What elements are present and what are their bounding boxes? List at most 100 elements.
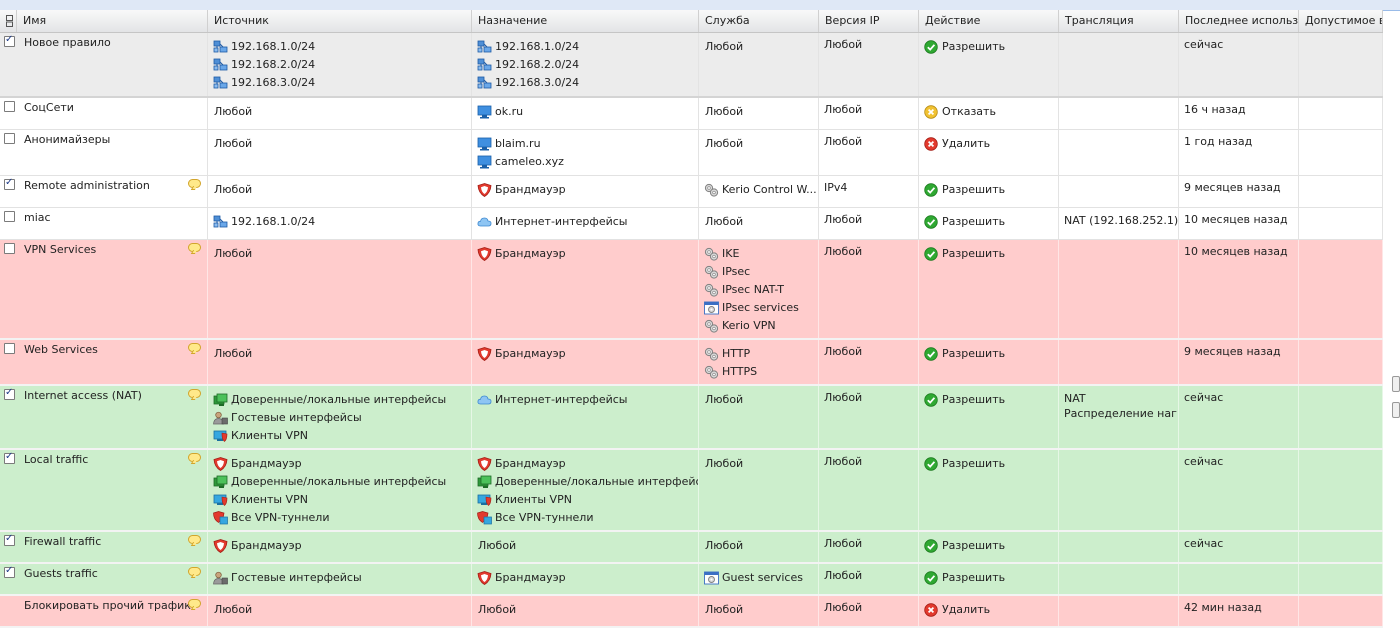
cell-ipver[interactable]: Любой bbox=[819, 596, 919, 626]
cell-allowed[interactable] bbox=[1299, 208, 1383, 239]
column-header-action[interactable]: Действие bbox=[919, 10, 1059, 32]
cell-translation[interactable] bbox=[1059, 130, 1179, 175]
cell-lastused[interactable]: сейчас bbox=[1179, 33, 1299, 96]
rule-enabled-checkbox[interactable] bbox=[4, 343, 15, 354]
cell-allowed[interactable] bbox=[1299, 532, 1383, 562]
cell-dest[interactable]: ok.ru bbox=[472, 98, 699, 129]
cell-source[interactable]: 192.168.1.0/24 bbox=[208, 208, 472, 239]
cell-translation[interactable]: NAT (192.168.252.1) bbox=[1059, 208, 1179, 239]
column-header-select[interactable] bbox=[0, 10, 17, 32]
cell-source[interactable]: Любой bbox=[208, 98, 472, 129]
cell-dest[interactable]: Интернет-интерфейсы bbox=[472, 386, 699, 448]
cell-translation[interactable] bbox=[1059, 176, 1179, 207]
cell-allowed[interactable] bbox=[1299, 340, 1383, 384]
cell-source[interactable]: Брандмауэр bbox=[208, 532, 472, 562]
cell-name[interactable]: Internet access (NAT) bbox=[0, 386, 208, 448]
cell-ipver[interactable]: Любой bbox=[819, 386, 919, 448]
rule-row[interactable]: СоцСети Любой ok.ru Любой Любой Отказать 16 ч … bbox=[0, 98, 1383, 130]
rule-row[interactable]: Local traffic Брандмауэр Доверенные/локаль… bbox=[0, 450, 1383, 532]
rule-enabled-checkbox[interactable] bbox=[4, 133, 15, 144]
cell-lastused[interactable]: 10 месяцев назад bbox=[1179, 240, 1299, 338]
cell-action[interactable]: Разрешить bbox=[919, 532, 1059, 562]
cell-dest[interactable]: Брандмауэр Доверенные/локальные интерфейс… bbox=[472, 450, 699, 530]
cell-lastused[interactable]: 1 год назад bbox=[1179, 130, 1299, 175]
rule-row[interactable]: Новое правило 192.168.1.0/24 192.168.2.0/2… bbox=[0, 33, 1383, 98]
cell-translation[interactable] bbox=[1059, 240, 1179, 338]
column-header-ipver[interactable]: Версия IP bbox=[819, 10, 919, 32]
rule-row[interactable]: Remote administration Любой Брандмауэр Keri… bbox=[0, 176, 1383, 208]
cell-source[interactable]: Любой bbox=[208, 176, 472, 207]
cell-dest[interactable]: Брандмауэр bbox=[472, 240, 699, 338]
cell-name[interactable]: Новое правило bbox=[0, 33, 208, 96]
rule-enabled-checkbox[interactable] bbox=[4, 565, 15, 578]
cell-name[interactable]: VPN Services bbox=[0, 240, 208, 338]
rule-row[interactable]: VPN Services Любой Брандмауэр IKE IPsec IPsec… bbox=[0, 240, 1383, 340]
cell-allowed[interactable] bbox=[1299, 130, 1383, 175]
cell-service[interactable]: Kerio Control W... bbox=[699, 176, 819, 207]
cell-name[interactable]: Local traffic bbox=[0, 450, 208, 530]
cell-lastused[interactable]: 10 месяцев назад bbox=[1179, 208, 1299, 239]
cell-service[interactable]: IKE IPsec IPsec NAT-T IPsec services Kerio V… bbox=[699, 240, 819, 338]
cell-translation[interactable] bbox=[1059, 532, 1179, 562]
cell-lastused[interactable]: 16 ч назад bbox=[1179, 98, 1299, 129]
cell-allowed[interactable] bbox=[1299, 176, 1383, 207]
rule-row[interactable]: Анонимайзеры Любой blaim.ru cameleo.xyz Любо… bbox=[0, 130, 1383, 176]
rule-enabled-checkbox[interactable] bbox=[4, 177, 15, 190]
cell-allowed[interactable] bbox=[1299, 240, 1383, 338]
cell-ipver[interactable]: Любой bbox=[819, 33, 919, 96]
cell-name[interactable]: Анонимайзеры bbox=[0, 130, 208, 175]
cell-action[interactable]: Разрешить bbox=[919, 564, 1059, 594]
cell-allowed[interactable] bbox=[1299, 564, 1383, 594]
cell-service[interactable]: Любой bbox=[699, 33, 819, 96]
cell-source[interactable]: 192.168.1.0/24 192.168.2.0/24 192.168.3.0/… bbox=[208, 33, 472, 96]
comment-icon[interactable] bbox=[188, 389, 201, 398]
cell-dest[interactable]: 192.168.1.0/24 192.168.2.0/24 192.168.3.0/… bbox=[472, 33, 699, 96]
cell-ipver[interactable]: Любой bbox=[819, 240, 919, 338]
cell-action[interactable]: Разрешить bbox=[919, 340, 1059, 384]
cell-ipver[interactable]: Любой bbox=[819, 564, 919, 594]
cell-action[interactable]: Удалить bbox=[919, 130, 1059, 175]
cell-lastused[interactable]: сейчас bbox=[1179, 386, 1299, 448]
rule-row[interactable]: miac 192.168.1.0/24 Интернет-интерфейсы Люб… bbox=[0, 208, 1383, 240]
cell-dest[interactable]: Брандмауэр bbox=[472, 176, 699, 207]
comment-icon[interactable] bbox=[188, 179, 201, 188]
cell-lastused[interactable]: сейчас bbox=[1179, 532, 1299, 562]
cell-name[interactable]: Web Services bbox=[0, 340, 208, 384]
cell-service[interactable]: Любой bbox=[699, 98, 819, 129]
cell-service[interactable]: HTTP HTTPS bbox=[699, 340, 819, 384]
cell-ipver[interactable]: Любой bbox=[819, 340, 919, 384]
cell-source[interactable]: Любой bbox=[208, 340, 472, 384]
cell-service[interactable]: Любой bbox=[699, 450, 819, 530]
cell-allowed[interactable] bbox=[1299, 33, 1383, 96]
cell-service[interactable]: Любой bbox=[699, 596, 819, 626]
cell-allowed[interactable] bbox=[1299, 596, 1383, 626]
rule-row[interactable]: Firewall traffic Брандмауэр Любой Любой Любо… bbox=[0, 532, 1383, 564]
column-header-name[interactable]: Имя bbox=[17, 10, 208, 32]
rule-row[interactable]: Internet access (NAT) Доверенные/локальны… bbox=[0, 386, 1383, 450]
column-header-translation[interactable]: Трансляция bbox=[1059, 10, 1179, 32]
cell-source[interactable]: Любой bbox=[208, 596, 472, 626]
cell-ipver[interactable]: IPv4 bbox=[819, 176, 919, 207]
cell-action[interactable]: Разрешить bbox=[919, 240, 1059, 338]
cell-name[interactable]: miac bbox=[0, 208, 208, 239]
cell-translation[interactable] bbox=[1059, 596, 1179, 626]
cell-lastused[interactable]: 9 месяцев назад bbox=[1179, 340, 1299, 384]
column-header-allowed[interactable]: Допустимое вр bbox=[1299, 10, 1383, 32]
cell-translation[interactable]: NAT Распределение наг... bbox=[1059, 386, 1179, 448]
cell-ipver[interactable]: Любой bbox=[819, 208, 919, 239]
cell-allowed[interactable] bbox=[1299, 450, 1383, 530]
rule-row[interactable]: Guests traffic Гостевые интерфейсы Брандма… bbox=[0, 564, 1383, 596]
cell-name[interactable]: Firewall traffic bbox=[0, 532, 208, 562]
cell-service[interactable]: Любой bbox=[699, 532, 819, 562]
rule-enabled-checkbox[interactable] bbox=[4, 533, 15, 546]
cell-dest[interactable]: Любой bbox=[472, 596, 699, 626]
cell-action[interactable]: Разрешить bbox=[919, 33, 1059, 96]
cell-action[interactable]: Удалить bbox=[919, 596, 1059, 626]
cell-source[interactable]: Любой bbox=[208, 130, 472, 175]
rule-enabled-checkbox[interactable] bbox=[4, 243, 15, 254]
comment-icon[interactable] bbox=[188, 453, 201, 462]
cell-service[interactable]: Guest services bbox=[699, 564, 819, 594]
cell-ipver[interactable]: Любой bbox=[819, 130, 919, 175]
cell-dest[interactable]: Любой bbox=[472, 532, 699, 562]
cell-ipver[interactable]: Любой bbox=[819, 98, 919, 129]
